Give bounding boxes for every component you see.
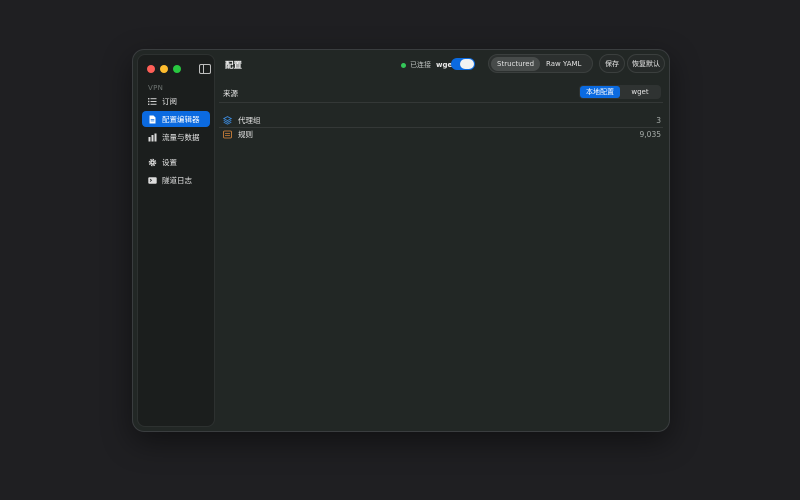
source-remote-button[interactable]: wget (620, 86, 660, 98)
sidebar-item-label: 订阅 (162, 96, 177, 106)
sidebar-section-label: VPN (148, 84, 164, 92)
source-segmented-control: 本地配置 wget (579, 85, 661, 99)
row-value: 3 (656, 115, 661, 125)
row-label: 代理组 (238, 115, 261, 125)
mode-segmented-control: Structured Raw YAML (488, 54, 593, 73)
list-item-proxy-groups[interactable]: 代理组 3 (223, 114, 661, 126)
gear-icon (148, 158, 157, 167)
close-window-button[interactable] (147, 65, 155, 73)
source-local-button[interactable]: 本地配置 (580, 86, 620, 98)
sidebar-item-traffic[interactable]: 流量与数据 (142, 129, 210, 145)
sidebar-toggle-icon[interactable] (199, 64, 211, 74)
save-button[interactable]: 保存 (599, 54, 625, 73)
sidebar-item-label: 配置编辑器 (162, 114, 200, 124)
sidebar-item-subscriptions[interactable]: 订阅 (142, 93, 210, 109)
toggle-knob (460, 59, 474, 69)
status-text: 已连接 (410, 61, 431, 69)
connection-toggle[interactable] (451, 58, 475, 70)
sidebar-item-label: 隧道日志 (162, 175, 192, 185)
minimize-window-button[interactable] (160, 65, 168, 73)
source-label: 来源 (223, 89, 238, 98)
sidebar-item-label: 设置 (162, 157, 177, 167)
sidebar-item-config-editor[interactable]: 配置编辑器 (142, 111, 210, 127)
connection-status: 已连接 wget (401, 60, 456, 70)
list-box-icon (223, 130, 232, 139)
window-controls (147, 65, 181, 73)
document-icon (148, 115, 157, 124)
row-value: 9,035 (639, 129, 661, 139)
sidebar-item-label: 流量与数据 (162, 132, 200, 142)
list-item-rules[interactable]: 规则 9,035 (223, 128, 661, 140)
sidebar-item-settings[interactable]: 设置 (142, 154, 210, 170)
row-label: 规则 (238, 129, 253, 139)
status-dot-icon (401, 62, 406, 68)
restore-defaults-button[interactable]: 恢复默认 (627, 54, 665, 73)
terminal-icon (148, 176, 157, 185)
list-icon (148, 97, 157, 106)
bar-chart-icon (148, 133, 157, 142)
mode-structured-button[interactable]: Structured (491, 56, 541, 71)
zoom-window-button[interactable] (173, 65, 181, 73)
divider (219, 102, 663, 103)
sidebar-item-tunnel-logs[interactable]: 隧道日志 (142, 172, 210, 188)
app-window: VPN 订阅 配置编辑器 流量与数据 设置 隧道日志 配置 已连接 wget S… (132, 49, 670, 432)
page-title: 配置 (225, 61, 243, 71)
mode-raw-yaml-button[interactable]: Raw YAML (540, 57, 587, 71)
sidebar: VPN 订阅 配置编辑器 流量与数据 设置 隧道日志 (137, 54, 215, 427)
sidebar-nav: 订阅 配置编辑器 流量与数据 设置 隧道日志 (142, 93, 210, 190)
stack-icon (223, 115, 232, 125)
